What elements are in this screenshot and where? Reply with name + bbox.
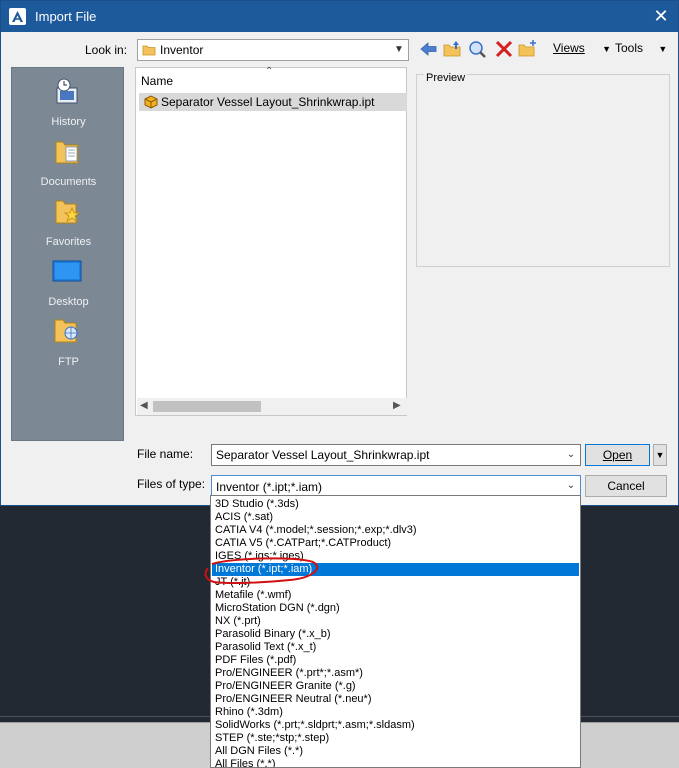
favorites-icon	[52, 196, 82, 226]
back-arrow-icon[interactable]	[418, 39, 440, 59]
chevron-down-icon[interactable]: ⌄	[564, 479, 578, 493]
open-button[interactable]: Open	[585, 444, 650, 466]
chevron-down-icon: ▼	[658, 44, 668, 54]
file-list[interactable]: Name ⌃ Separator Vessel Layout_Shrinkwra…	[135, 66, 407, 416]
file-name-label: File name:	[137, 447, 194, 461]
look-in-label: Look in:	[85, 43, 128, 57]
place-label: Desktop	[48, 296, 89, 308]
place-label: Documents	[40, 176, 97, 188]
file-type-option[interactable]: Metafile (*.wmf)	[212, 589, 579, 602]
file-type-option[interactable]: CATIA V5 (*.CATPart;*.CATProduct)	[212, 537, 579, 550]
open-options-button[interactable]: ▼	[653, 444, 667, 466]
tools-label: Tools	[615, 41, 644, 55]
file-name-input[interactable]: Separator Vessel Layout_Shrinkwrap.ipt ⌄	[211, 444, 581, 466]
place-desktop[interactable]: Desktop	[12, 256, 125, 316]
search-web-icon[interactable]	[467, 39, 489, 59]
file-type-option[interactable]: SolidWorks (*.prt;*.sldprt;*.asm;*.sldas…	[212, 719, 579, 732]
place-label: Favorites	[45, 236, 92, 248]
file-type-option[interactable]: Pro/ENGINEER Neutral (*.neu*)	[212, 693, 579, 706]
horizontal-scrollbar[interactable]: ◀ ▶	[137, 398, 407, 415]
file-type-option[interactable]: Rhino (*.3dm)	[212, 706, 579, 719]
file-type-dropdown-list[interactable]: 3D Studio (*.3ds) ACIS (*.sat) CATIA V4 (*…	[210, 495, 581, 768]
views-label: Views	[553, 41, 585, 55]
file-name: Separator Vessel Layout_Shrinkwrap.ipt	[161, 95, 375, 109]
folder-icon	[142, 43, 156, 57]
file-type-option[interactable]: All DGN Files (*.*)	[212, 745, 579, 758]
preview-label: Preview	[424, 72, 468, 84]
window-title: Import File	[35, 9, 97, 24]
place-label: History	[51, 116, 86, 128]
place-ftp[interactable]: FTP	[12, 316, 125, 376]
file-type-option[interactable]: CATIA V4 (*.model;*.session;*.exp;*.dlv3…	[212, 524, 579, 537]
close-button[interactable]: ✕	[649, 5, 673, 27]
file-type-option[interactable]: 3D Studio (*.3ds)	[212, 498, 579, 511]
scroll-right-icon[interactable]: ▶	[393, 400, 401, 411]
file-type-option[interactable]: IGES (*.igs;*.iges)	[212, 550, 579, 563]
file-type-option[interactable]: Inventor (*.ipt;*.iam)	[212, 563, 579, 576]
file-type-option[interactable]: Pro/ENGINEER Granite (*.g)	[212, 680, 579, 693]
files-of-type-label: Files of type:	[137, 477, 206, 491]
column-header-name[interactable]: Name	[141, 74, 173, 88]
desktop-icon	[52, 256, 82, 286]
file-row[interactable]: Separator Vessel Layout_Shrinkwrap.ipt	[139, 93, 407, 111]
inventor-part-icon	[143, 94, 159, 110]
places-bar: History Documents Favorites Desktop FTP	[11, 67, 124, 441]
files-of-type-value: Inventor (*.ipt;*.iam)	[216, 480, 323, 494]
look-in-value: Inventor	[160, 43, 204, 57]
chevron-down-icon[interactable]: ▼	[392, 43, 406, 57]
place-history[interactable]: History	[12, 76, 125, 136]
delete-icon[interactable]	[493, 39, 515, 59]
place-favorites[interactable]: Favorites	[12, 196, 125, 256]
scroll-left-icon[interactable]: ◀	[140, 400, 148, 411]
file-type-option[interactable]: ACIS (*.sat)	[212, 511, 579, 524]
file-type-option[interactable]: PDF Files (*.pdf)	[212, 654, 579, 667]
autodesk-a-icon	[9, 8, 26, 25]
sort-ascending-icon: ⌃	[265, 66, 274, 77]
ftp-icon	[52, 316, 82, 346]
open-label: Open	[602, 448, 633, 462]
file-type-option[interactable]: NX (*.prt)	[212, 615, 579, 628]
place-label: FTP	[58, 356, 79, 368]
file-type-option[interactable]: Pro/ENGINEER (*.prt*;*.asm*)	[212, 667, 579, 680]
file-type-option[interactable]: MicroStation DGN (*.dgn)	[212, 602, 579, 615]
views-menu-button[interactable]: Views ▼	[553, 41, 611, 55]
tools-menu-button[interactable]: Tools ▼	[615, 41, 667, 55]
file-type-option[interactable]: Parasolid Binary (*.x_b)	[212, 628, 579, 641]
new-folder-icon[interactable]	[517, 39, 539, 59]
scroll-thumb[interactable]	[153, 401, 261, 412]
file-name-value: Separator Vessel Layout_Shrinkwrap.ipt	[216, 448, 430, 462]
up-folder-icon[interactable]	[442, 39, 464, 59]
preview-box	[416, 74, 670, 267]
documents-icon	[52, 136, 82, 166]
import-file-dialog: Import File ✕ Look in: Inventor ▼ Views …	[0, 0, 679, 506]
place-documents[interactable]: Documents	[12, 136, 125, 196]
file-type-option[interactable]: JT (*.jt)	[212, 576, 579, 589]
chevron-down-icon[interactable]: ⌄	[564, 448, 578, 462]
file-type-option[interactable]: STEP (*.ste;*stp;*.step)	[212, 732, 579, 745]
look-in-combo[interactable]: Inventor ▼	[137, 39, 409, 61]
file-type-option[interactable]: All Files (*.*)	[212, 758, 579, 767]
cancel-button[interactable]: Cancel	[585, 475, 667, 497]
history-icon	[52, 76, 82, 106]
chevron-down-icon: ▼	[602, 44, 612, 54]
title-bar[interactable]: Import File ✕	[1, 1, 678, 32]
files-of-type-combo[interactable]: Inventor (*.ipt;*.iam) ⌄	[211, 475, 581, 497]
file-type-option[interactable]: Parasolid Text (*.x_t)	[212, 641, 579, 654]
